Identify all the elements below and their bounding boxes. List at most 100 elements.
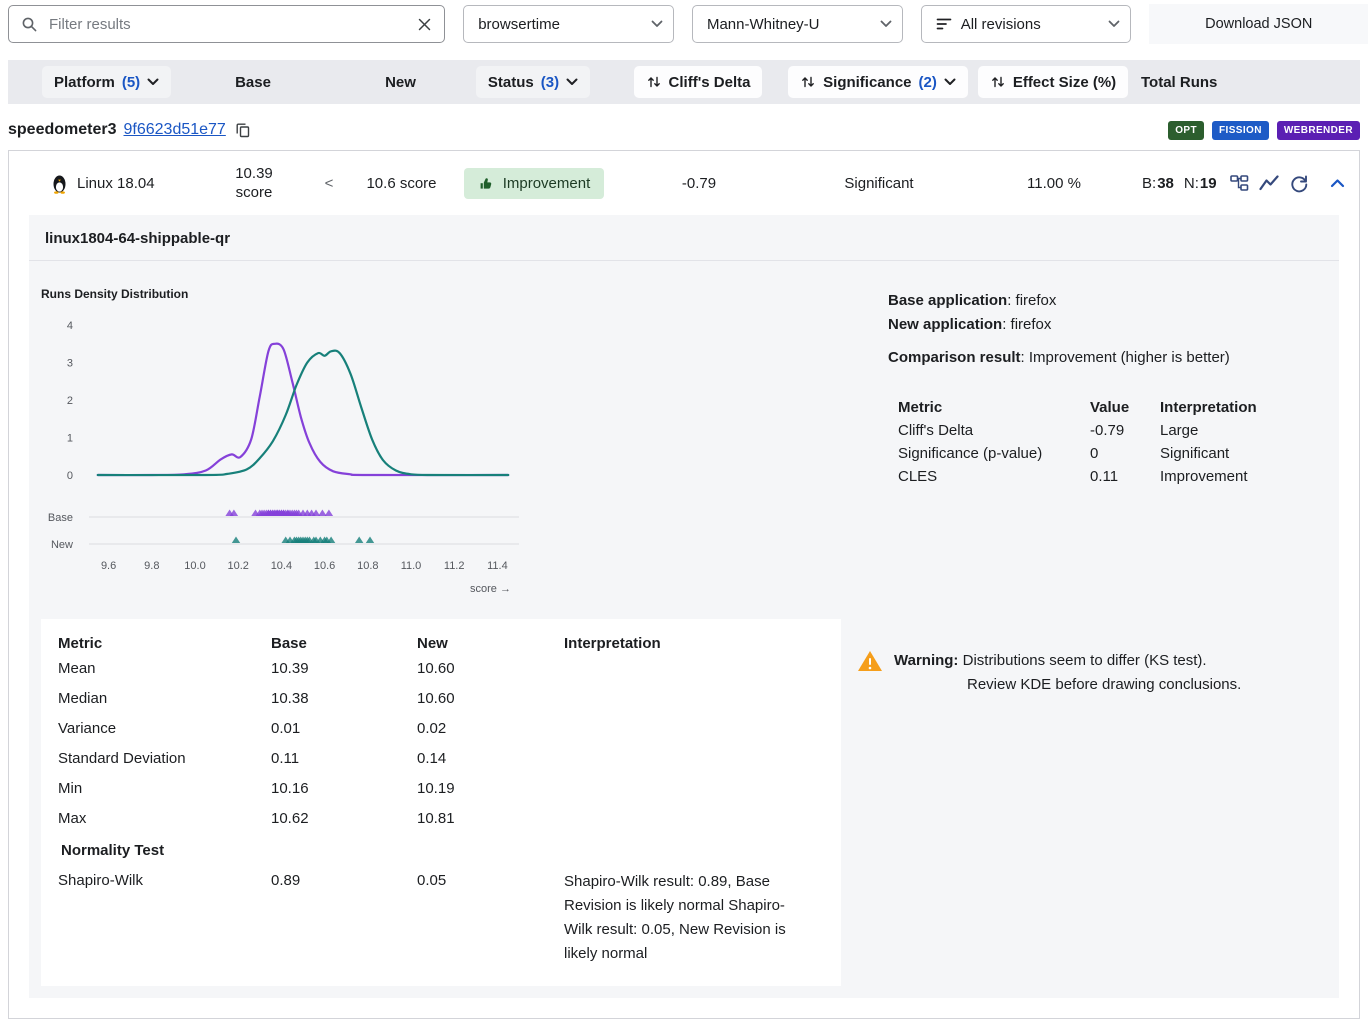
framework-select[interactable]: browsertime (463, 5, 674, 43)
chevron-down-icon (944, 78, 956, 86)
search-icon (21, 16, 38, 33)
result-row: Linux 18.04 10.39 score < 10.6 score Imp… (9, 151, 1359, 215)
status-filter-count: (3) (541, 74, 559, 91)
metrics-table-body: Cliff's Delta-0.79LargeSignificance (p-v… (898, 419, 1257, 488)
new-column-header: New (385, 74, 416, 91)
results-table-header: Platform (5) Base New Status (3) Cliff's… (8, 60, 1360, 104)
warning-line2: Review KDE before drawing conclusions. (967, 673, 1241, 697)
clear-filter-button[interactable] (415, 15, 434, 34)
platform-badge: OPT (1168, 121, 1204, 140)
metrics-table-head-row: MetricValueInterpretation (898, 396, 1257, 419)
subtests-icon (1229, 173, 1249, 193)
svg-text:11.0: 11.0 (401, 560, 422, 572)
comparison-sign: < (325, 175, 334, 192)
status-badge: Improvement (464, 168, 605, 199)
svg-text:4: 4 (67, 320, 73, 332)
status-filter-label: Status (488, 74, 534, 91)
sort-icon (646, 74, 662, 90)
warning-icon (857, 649, 883, 673)
significance-filter-count: (2) (919, 74, 937, 91)
test-select[interactable]: Mann-Whitney-U (692, 5, 903, 43)
base-score: 10.39 score (223, 164, 285, 203)
svg-text:Base: Base (48, 512, 73, 524)
platform-filter-button[interactable]: Platform (5) (42, 66, 171, 98)
collapse-row-button[interactable] (1328, 176, 1347, 190)
stats-row: Variance0.010.02 (58, 714, 802, 744)
svg-text:1: 1 (67, 433, 73, 445)
filter-box[interactable] (8, 5, 445, 43)
stats-table-body: Mean10.3910.60Median10.3810.60Variance0.… (58, 654, 802, 968)
stats-section-row: Normality Test (58, 834, 802, 866)
close-icon (417, 17, 432, 32)
base-runs-label: B: (1142, 175, 1156, 192)
framework-select-value: browsertime (478, 16, 560, 33)
platform-name: Linux 18.04 (77, 175, 155, 192)
platform-filter-count: (5) (122, 74, 140, 91)
svg-text:10.4: 10.4 (271, 560, 292, 572)
svg-text:New: New (51, 539, 73, 551)
new-runs-label: N: (1184, 175, 1199, 192)
test-select-value: Mann-Whitney-U (707, 16, 820, 33)
svg-text:9.8: 9.8 (144, 560, 159, 572)
warning-label: Warning: (894, 652, 958, 669)
platform-filter-label: Platform (54, 74, 115, 91)
chevron-down-icon (880, 20, 892, 28)
chevron-down-icon (147, 78, 159, 86)
result-card: Linux 18.04 10.39 score < 10.6 score Imp… (8, 150, 1360, 1019)
metrics-table: MetricValueInterpretation Cliff's Delta-… (898, 396, 1257, 488)
metrics-row: Cliff's Delta-0.79Large (898, 419, 1257, 442)
download-json-button[interactable]: Download JSON (1149, 4, 1368, 44)
stats-row: Median10.3810.60 (58, 684, 802, 714)
svg-text:score →: score → (470, 583, 511, 595)
test-name: speedometer3 (8, 121, 117, 139)
stats-table: MetricBaseNewInterpretation Mean10.3910.… (58, 633, 802, 968)
copy-revision-button[interactable] (233, 120, 253, 140)
cliffs-delta-value: -0.79 (682, 175, 716, 192)
new-runs-count: 19 (1200, 175, 1217, 192)
detail-panel: linux1804-64-shippable-qr Runs Density D… (29, 215, 1339, 998)
effect-size-value: 11.00 % (1027, 175, 1081, 192)
revisions-select-value: All revisions (961, 16, 1041, 33)
effect-size-column-header: Effect Size (%) (1013, 74, 1116, 91)
kde-chart-section: Runs Density Distribution 012349.69.810.… (41, 261, 888, 607)
stats-row: Shapiro-Wilk0.890.05Shapiro-Wilk result:… (58, 866, 802, 968)
svg-text:0: 0 (67, 470, 73, 482)
significance-sort-button[interactable]: Significance (2) (788, 66, 968, 98)
chevron-up-icon (1330, 178, 1345, 188)
stats-table-head-row: MetricBaseNewInterpretation (58, 633, 802, 654)
sort-icon (990, 74, 1006, 90)
comparison-info: Base application: firefox New applicatio… (888, 261, 1339, 607)
refresh-icon (1289, 173, 1309, 193)
status-filter-button[interactable]: Status (3) (476, 66, 590, 98)
graph-button[interactable] (1257, 172, 1281, 194)
metrics-row: CLES0.11Improvement (898, 465, 1257, 488)
effect-size-sort-button[interactable]: Effect Size (%) (978, 66, 1128, 98)
metrics-row: Significance (p-value)0Significant (898, 442, 1257, 465)
revision-link[interactable]: 9f6623d51e77 (124, 121, 226, 139)
revisions-select[interactable]: All revisions (921, 5, 1132, 43)
cliffs-delta-column-header: Cliff's Delta (669, 74, 751, 91)
comparison-result-line: Comparison result: Improvement (higher i… (888, 346, 1339, 370)
graph-icon (1259, 174, 1279, 192)
base-runs-count: 38 (1157, 175, 1174, 192)
retrigger-button[interactable] (1287, 171, 1311, 195)
svg-text:9.6: 9.6 (101, 560, 116, 572)
warning-block: Warning: Distributions seem to differ (K… (841, 619, 1327, 697)
platform-badge: WEBRENDER (1277, 121, 1360, 140)
subtests-button[interactable] (1227, 171, 1251, 195)
svg-text:10.8: 10.8 (357, 560, 378, 572)
cliffs-delta-sort-button[interactable]: Cliff's Delta (634, 66, 763, 98)
subtest-title: linux1804-64-shippable-qr (29, 215, 1339, 261)
filter-input[interactable] (47, 15, 406, 34)
svg-text:10.2: 10.2 (227, 560, 248, 572)
new-score: 10.6 score (366, 175, 436, 192)
chevron-down-icon (566, 78, 578, 86)
svg-text:10.6: 10.6 (314, 560, 335, 572)
toolbar: browsertime Mann-Whitney-U All revisions… (0, 0, 1368, 48)
svg-text:11.4: 11.4 (487, 560, 508, 572)
stats-row: Mean10.3910.60 (58, 654, 802, 684)
revision-header: speedometer3 9f6623d51e77 OPT FISSION WEBR… (8, 120, 1360, 140)
thumbs-up-icon (478, 175, 494, 191)
platform-badge: FISSION (1212, 121, 1269, 140)
svg-text:10.0: 10.0 (184, 560, 205, 572)
